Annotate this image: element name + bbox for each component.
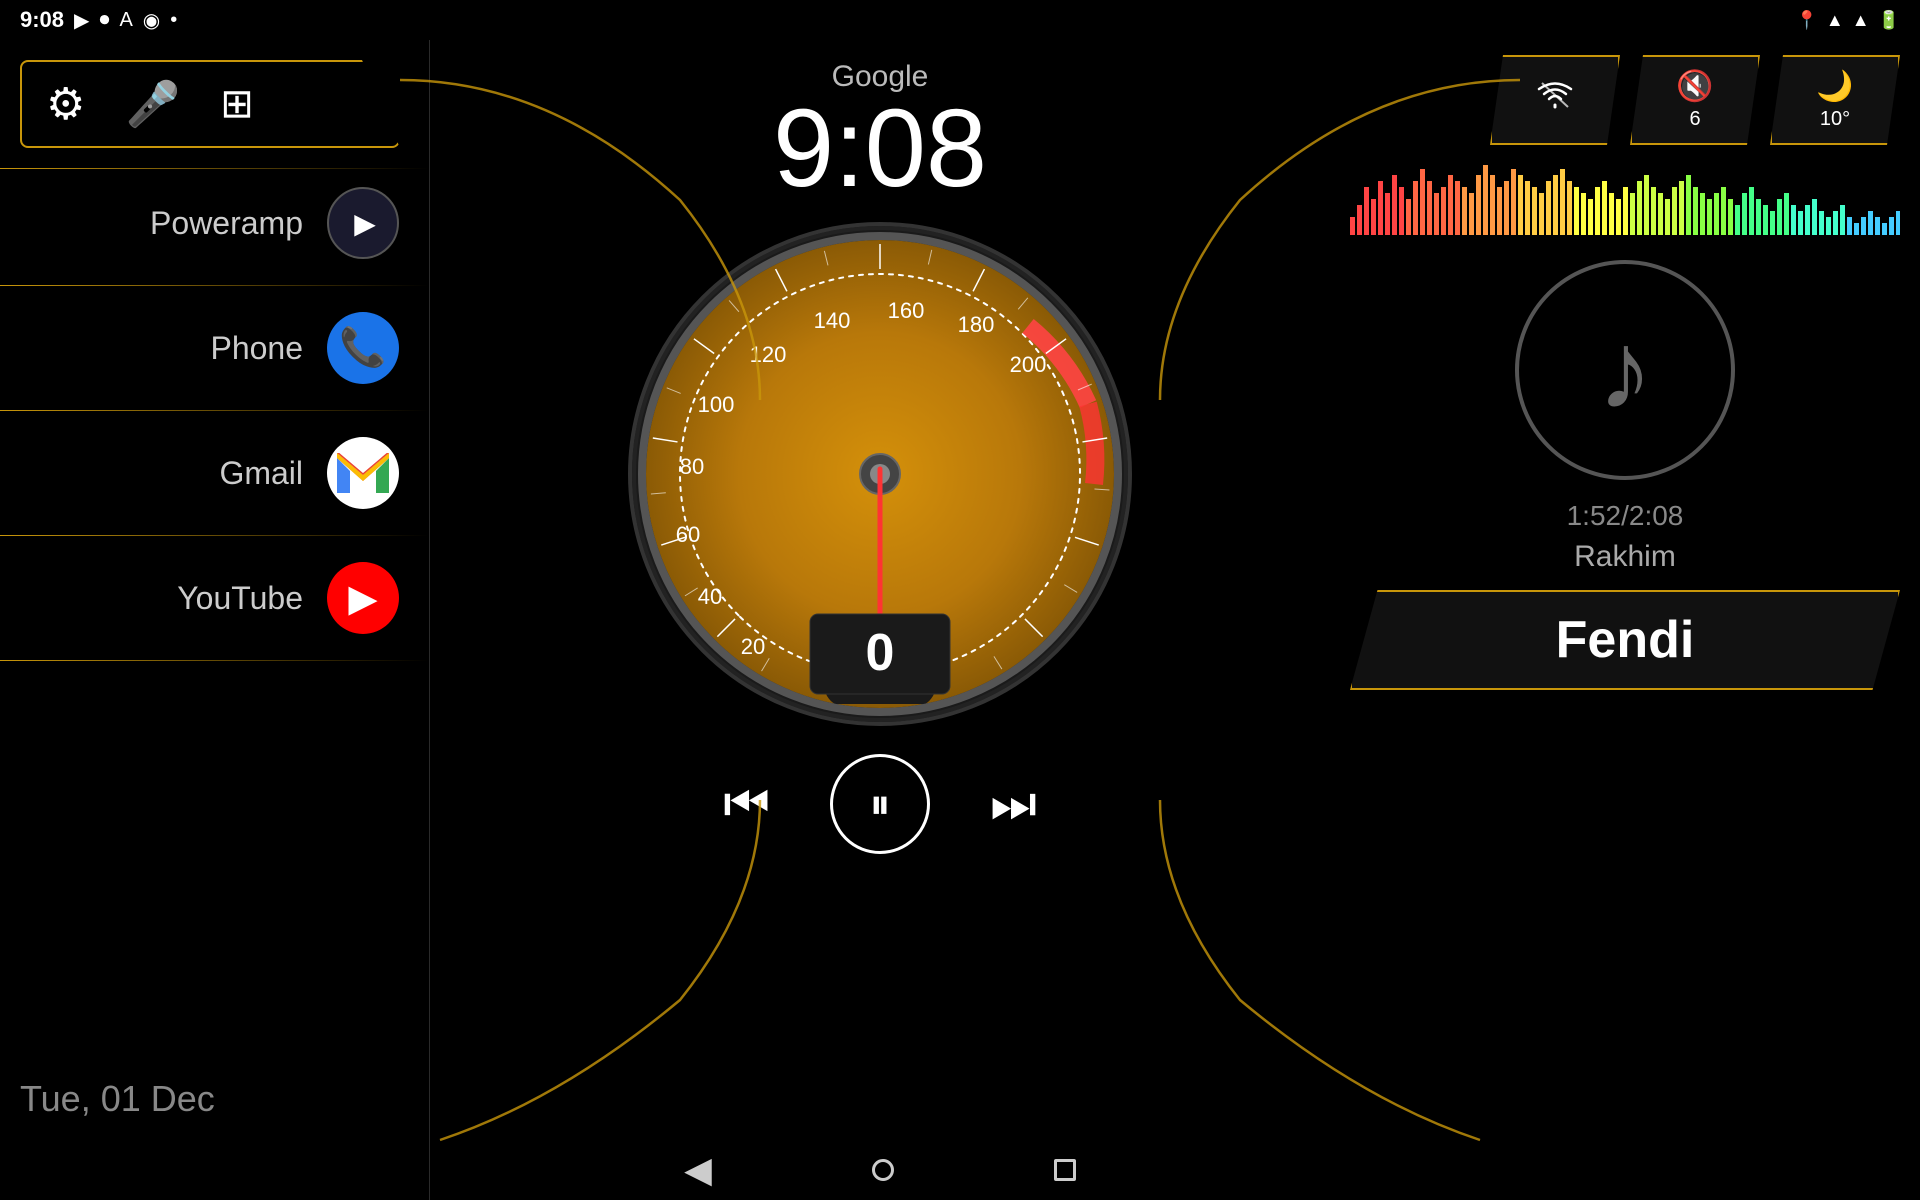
svg-text:20: 20 xyxy=(741,634,765,659)
app-item-gmail[interactable]: Gmail xyxy=(0,419,429,527)
svg-text:100: 100 xyxy=(698,392,735,417)
svg-text:200: 200 xyxy=(1010,352,1047,377)
recents-button[interactable] xyxy=(1054,1159,1076,1181)
moon-icon: 🌙 xyxy=(1816,69,1853,104)
svg-text:140: 140 xyxy=(814,308,851,333)
phone-icon[interactable]: 📞 xyxy=(327,312,399,384)
right-panel: 🔇 6 🌙 10° ♪ 1:52/2:08 Rakhim Fendi xyxy=(1330,40,1920,1200)
sound-tile[interactable]: 🔇 6 xyxy=(1630,55,1760,145)
microphone-icon[interactable]: 🎤 xyxy=(125,78,180,130)
dot-icon: • xyxy=(170,9,177,32)
play-icon: ▶ xyxy=(74,8,89,33)
battery-icon: 🔋 xyxy=(1878,10,1900,31)
home-button[interactable] xyxy=(872,1159,894,1181)
night-mode-tile[interactable]: 🌙 10° xyxy=(1770,55,1900,145)
apps-icon[interactable]: ⊞ xyxy=(220,81,254,127)
youtube-icon[interactable]: ▶ xyxy=(327,562,399,634)
svg-text:0: 0 xyxy=(866,624,895,682)
date-text: Tue, 01 Dec xyxy=(20,1078,215,1119)
separator-2 xyxy=(0,285,429,286)
track-info: 1:52/2:08 Rakhim Fendi xyxy=(1330,500,1920,690)
clock-time: 9:08 xyxy=(773,94,987,204)
media-controls: ⏮ ⏸ ⏭ xyxy=(723,754,1037,854)
gmail-icon[interactable] xyxy=(327,437,399,509)
wifi-icon xyxy=(1537,81,1573,119)
separator-5 xyxy=(0,660,429,661)
speedometer: 0 20 40 60 80 100 120 140 160 180 200 xyxy=(620,214,1140,734)
gmail-label: Gmail xyxy=(219,455,303,492)
poweramp-label: Poweramp xyxy=(150,205,303,242)
app-icon-a: A xyxy=(119,9,132,32)
track-time: 1:52/2:08 xyxy=(1350,500,1900,532)
quick-settings: 🔇 6 🌙 10° xyxy=(1330,40,1920,160)
svg-text:160: 160 xyxy=(888,298,925,323)
music-note-icon: ♪ xyxy=(1598,307,1653,434)
separator-4 xyxy=(0,535,429,536)
svg-text:60: 60 xyxy=(676,522,700,547)
separator-3 xyxy=(0,410,429,411)
status-bar: 9:08 ▶ ⏺ A ◉ • 📍 ▲ ▲ 🔋 xyxy=(0,0,1920,40)
track-artist: Rakhim xyxy=(1350,540,1900,574)
app-item-phone[interactable]: Phone 📞 xyxy=(0,294,429,402)
status-right: 📍 ▲ ▲ 🔋 xyxy=(1796,10,1901,31)
toolbar: ⚙ 🎤 ⊞ xyxy=(20,60,400,148)
back-button[interactable]: ◀ xyxy=(684,1149,712,1191)
poweramp-icon[interactable] xyxy=(327,187,399,259)
stop-icon: ⏺ xyxy=(99,9,109,32)
prev-button[interactable]: ⏮ xyxy=(723,778,770,830)
svg-text:40: 40 xyxy=(698,584,722,609)
svg-text:120: 120 xyxy=(750,342,787,367)
location-icon: 📍 xyxy=(1796,10,1818,31)
center-panel: Google 9:08 xyxy=(430,40,1330,1200)
settings-icon[interactable]: ⚙ xyxy=(46,79,85,130)
app-item-poweramp[interactable]: Poweramp xyxy=(0,169,429,277)
app-item-youtube[interactable]: YouTube ▶ xyxy=(0,544,429,652)
music-circle: ♪ xyxy=(1515,260,1735,480)
app-icon-p: ◉ xyxy=(143,8,160,33)
next-button[interactable]: ⏭ xyxy=(990,778,1037,830)
pause-button[interactable]: ⏸ xyxy=(830,754,930,854)
equalizer xyxy=(1350,165,1900,235)
svg-text:180: 180 xyxy=(958,312,995,337)
nav-bar: ◀ xyxy=(430,1140,1330,1200)
temp-label: 10° xyxy=(1820,108,1850,131)
youtube-label: YouTube xyxy=(177,580,303,617)
music-icon-area: ♪ xyxy=(1330,240,1920,500)
track-title: Fendi xyxy=(1350,590,1900,690)
signal-icon: ▲ xyxy=(1852,10,1870,31)
time-display: Google 9:08 xyxy=(773,60,987,204)
sound-level: 6 xyxy=(1689,108,1700,131)
phone-label: Phone xyxy=(210,330,303,367)
date-display: Tue, 01 Dec xyxy=(20,1078,215,1120)
wifi-status-icon: ▲ xyxy=(1826,10,1844,31)
svg-text:80: 80 xyxy=(680,454,704,479)
left-panel: ⚙ 🎤 ⊞ Poweramp Phone 📞 Gmail xyxy=(0,40,430,1200)
wifi-tile[interactable] xyxy=(1490,55,1620,145)
sound-off-icon: 🔇 xyxy=(1676,69,1713,104)
status-left: 9:08 ▶ ⏺ A ◉ • xyxy=(20,7,177,33)
status-time: 9:08 xyxy=(20,7,64,33)
